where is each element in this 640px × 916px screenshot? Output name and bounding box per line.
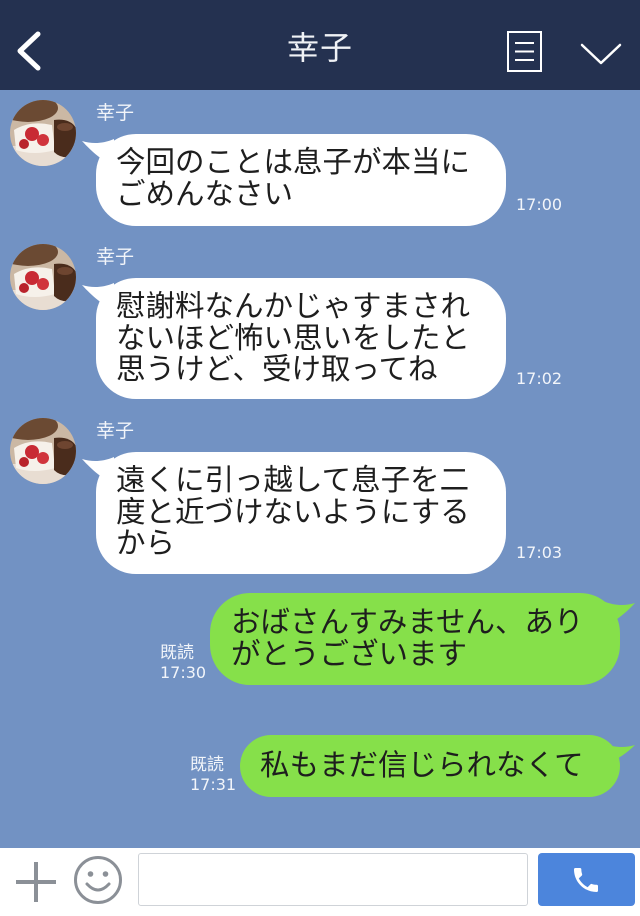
list-icon bbox=[507, 31, 542, 72]
read-receipt: 既読 bbox=[160, 643, 194, 663]
message-time: 17:31 bbox=[190, 775, 237, 794]
call-button[interactable] bbox=[538, 853, 635, 906]
avatar-image bbox=[10, 100, 76, 166]
sender-name: 幸子 bbox=[96, 102, 135, 124]
smiley-icon bbox=[74, 856, 122, 904]
avatar-image bbox=[10, 244, 76, 310]
input-bar bbox=[0, 848, 640, 916]
message-line: 今回のことは息子が本当に bbox=[116, 145, 471, 179]
avatar[interactable] bbox=[10, 418, 76, 484]
message-line: から bbox=[116, 526, 176, 560]
avatar-image bbox=[10, 418, 76, 484]
phone-icon bbox=[574, 868, 598, 892]
message-list[interactable]: 幸子 今回のことは息子が本当に ごめんなさい 17:00 幸子 慰謝料なんかじゃ… bbox=[0, 90, 640, 848]
chevron-down-icon bbox=[580, 43, 622, 65]
message-line: ごめんなさい bbox=[116, 176, 294, 211]
notes-button[interactable] bbox=[505, 29, 545, 75]
message-time: 17:03 bbox=[516, 543, 563, 562]
bubble-tail bbox=[82, 457, 114, 484]
message-line: 私もまだ信じられなくて bbox=[260, 748, 584, 782]
bubble-tail bbox=[82, 139, 114, 166]
emoji-button[interactable] bbox=[72, 854, 124, 906]
chat-header: 幸子 bbox=[0, 0, 640, 90]
message-line: 遠くに引っ越して息子を二 bbox=[116, 463, 470, 497]
bubble-tail bbox=[82, 283, 114, 310]
menu-button[interactable] bbox=[576, 36, 624, 70]
avatar[interactable] bbox=[10, 244, 76, 310]
message-time: 17:30 bbox=[160, 663, 207, 682]
message-line: がとうございます bbox=[231, 636, 468, 671]
message-bubble[interactable]: 遠くに引っ越して息子を二 度と近づけないようにする から bbox=[82, 452, 506, 574]
message-bubble[interactable]: 慰謝料なんかじゃすまされ ないほど怖い思いをしたと 思うけど、受け取ってね bbox=[82, 278, 506, 399]
message-input[interactable] bbox=[138, 853, 528, 906]
message-line: 慰謝料なんかじゃすまされ bbox=[116, 289, 471, 323]
plus-icon bbox=[16, 862, 56, 902]
avatar[interactable] bbox=[10, 100, 76, 166]
message-time: 17:02 bbox=[516, 369, 563, 388]
message-bubble[interactable]: 私もまだ信じられなくて bbox=[240, 735, 635, 797]
message-line: おばさんすみません、あり bbox=[231, 605, 584, 639]
message-bubble[interactable]: 今回のことは息子が本当に ごめんなさい bbox=[82, 134, 506, 226]
sender-name: 幸子 bbox=[96, 246, 135, 268]
sender-name: 幸子 bbox=[96, 420, 135, 442]
add-button[interactable] bbox=[12, 858, 60, 906]
read-receipt: 既読 bbox=[190, 755, 224, 775]
message-time: 17:00 bbox=[516, 195, 563, 214]
message-line: 度と近づけないようにする bbox=[116, 494, 470, 529]
message-line: 思うけど、受け取ってね bbox=[116, 352, 438, 386]
message-bubble[interactable]: おばさんすみません、あり がとうございます bbox=[210, 593, 635, 685]
message-line: ないほど怖い思いをしたと bbox=[116, 320, 471, 355]
